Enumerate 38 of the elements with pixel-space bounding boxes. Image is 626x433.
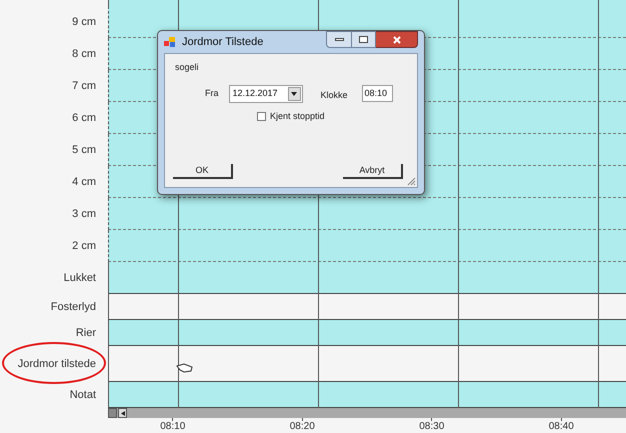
dialog-button[interactable]: OK [173, 164, 233, 179]
row-label: Lukket [64, 270, 96, 286]
row-label: Fosterlyd [50, 300, 96, 315]
time-label: Klokke [320, 88, 348, 102]
checkbox[interactable] [257, 112, 266, 121]
from-label: Fra [205, 86, 218, 100]
row-label: 3 cm [72, 206, 96, 222]
date-picker[interactable]: 12.12.2017 [228, 84, 302, 102]
row-label: Notat [70, 388, 96, 403]
horizontal-scrollbar[interactable] [108, 408, 626, 418]
row-label: Jordmor tilstede [18, 356, 96, 372]
row-label: 2 cm [72, 238, 96, 254]
checkbox-label: Kjent stopptid [270, 110, 325, 123]
row-label: 4 cm [72, 174, 96, 190]
row-label: 9 cm [72, 14, 96, 30]
window-title: Jordmor Tilstede [182, 34, 264, 50]
maximize-button[interactable] [352, 31, 376, 48]
pointer-hand-icon [176, 362, 194, 374]
row-label: 7 cm [72, 78, 96, 94]
resize-grip-icon [407, 177, 416, 186]
time-field[interactable]: 08:10 [362, 85, 393, 102]
row-label: Rier [76, 326, 96, 341]
dropdown-icon [288, 86, 300, 100]
app-icon [164, 36, 176, 48]
close-icon [392, 36, 400, 44]
time-tick-label: 08:40 [548, 421, 574, 433]
row-label: 5 cm [72, 142, 96, 158]
row-label: 6 cm [72, 110, 96, 126]
close-button[interactable] [376, 31, 418, 48]
time-tick-label: 08:10 [160, 421, 186, 433]
scroll-left-button[interactable] [118, 408, 127, 418]
user-label: sogeli [175, 61, 200, 74]
row-label: 8 cm [72, 46, 96, 62]
dialog-button[interactable]: Avbryt [343, 164, 403, 179]
time-tick-label: 08:20 [290, 421, 315, 433]
time-tick-label: 08:30 [419, 421, 444, 433]
left-arrow-icon [120, 410, 124, 416]
minimize-button[interactable] [326, 31, 352, 48]
